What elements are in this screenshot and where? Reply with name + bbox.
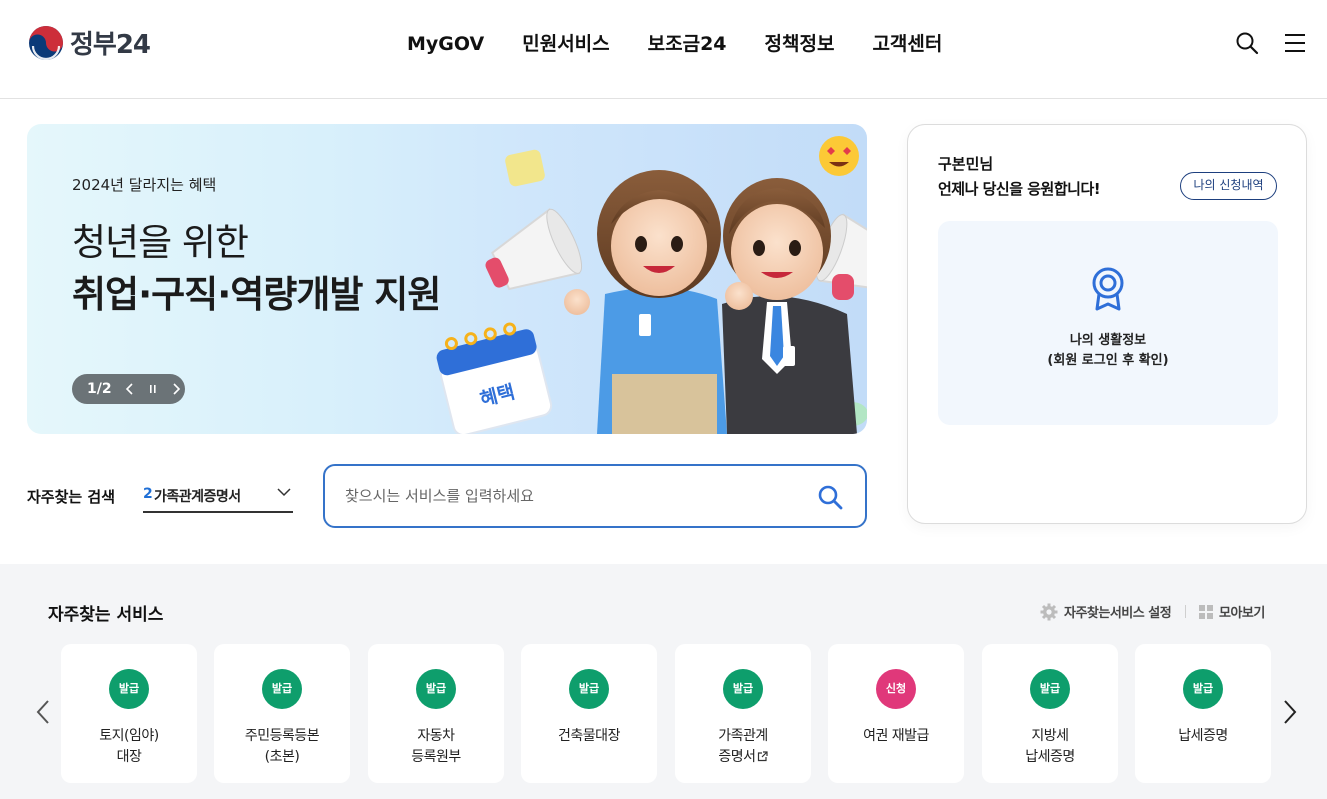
- service-card-label: 건축물대장: [558, 728, 620, 744]
- frequent-services-title: 자주찾는 서비스: [48, 605, 164, 625]
- service-card-label: (초본): [264, 749, 300, 765]
- chevron-left-icon[interactable]: [34, 698, 52, 726]
- chevron-left-icon: [125, 383, 133, 395]
- taegeuk-logo-icon: [29, 25, 63, 60]
- service-card-land-register[interactable]: 발급 토지(임야) 대장: [61, 644, 197, 783]
- issue-badge: 발급: [569, 669, 609, 709]
- service-card-label: 주민등록등본: [244, 728, 320, 744]
- favorite-search-label: 자주찾는 검색: [27, 488, 116, 506]
- banner-illustration: 혜택: [436, 136, 867, 434]
- promo-banner[interactable]: 2024년 달라지는 혜택 청년을 위한 취업·구직·역량개발 지원 1/2 혜…: [27, 124, 867, 434]
- service-card-local-tax-certificate[interactable]: 발급 지방세 납세증명: [982, 644, 1118, 783]
- service-card-label: 증명서: [718, 749, 756, 765]
- service-card-family-certificate[interactable]: 발급 가족관계 증명서: [675, 644, 811, 783]
- service-card-label: 토지(임야): [99, 728, 159, 744]
- service-card-label: 등록원부: [411, 749, 461, 765]
- service-card-resident-register[interactable]: 발급 주민등록등본 (초본): [214, 644, 350, 783]
- pause-icon: [149, 385, 156, 393]
- frequent-services-section: 자주찾는 서비스 자주찾는서비스 설정 모아보기 발급 토지(임야) 대장 발급…: [0, 564, 1327, 799]
- nav-customer-center[interactable]: 고객센터: [853, 30, 961, 58]
- service-card-label-wrap: 증명서: [675, 746, 811, 766]
- service-search-input[interactable]: [345, 480, 795, 512]
- banner-title-line2: 취업·구직·역량개발 지원: [72, 273, 441, 316]
- service-card-label: 납세증명: [1025, 749, 1075, 765]
- banner-title-line1: 청년을 위한: [72, 221, 249, 264]
- service-search-box: [323, 464, 867, 528]
- award-ribbon-icon: [1092, 267, 1124, 311]
- service-card-passport-reissue[interactable]: 신청 여권 재발급: [828, 644, 964, 783]
- chevron-right-icon: [173, 383, 180, 395]
- service-card-building-register[interactable]: 발급 건축물대장: [521, 644, 657, 783]
- favorite-search-rank: 2: [143, 486, 153, 502]
- banner-subtitle: 2024년 달라지는 혜택: [72, 176, 217, 194]
- logo-text: 정부24: [70, 30, 151, 60]
- banner-next-button[interactable]: [170, 381, 184, 397]
- service-card-label: 대장: [116, 749, 142, 765]
- frequent-services-settings-button[interactable]: 자주찾는서비스 설정: [1040, 602, 1172, 621]
- search-icon[interactable]: [1235, 31, 1259, 55]
- service-card-label: 가족관계: [718, 728, 768, 744]
- life-info-note: (회원 로그인 후 확인): [1047, 353, 1169, 368]
- issue-badge: 발급: [109, 669, 149, 709]
- favorite-search-value: 가족관계증명서: [154, 489, 241, 505]
- my-applications-button[interactable]: 나의 신청내역: [1180, 172, 1277, 200]
- chevron-down-icon: [277, 488, 291, 497]
- view-all-button[interactable]: 모아보기: [1199, 602, 1265, 621]
- favorite-search-dropdown[interactable]: 2 가족관계증명서: [143, 477, 293, 513]
- apply-badge: 신청: [876, 669, 916, 709]
- nav-subsidy24[interactable]: 보조금24: [629, 30, 746, 58]
- user-greeting-message: 언제나 당신을 응원합니다!: [938, 180, 1101, 198]
- nav-policy-info[interactable]: 정책정보: [746, 30, 854, 58]
- hamburger-menu-icon[interactable]: [1283, 32, 1307, 54]
- life-info-title: 나의 생활정보: [1069, 333, 1147, 348]
- nav-civil-services[interactable]: 민원서비스: [503, 30, 628, 58]
- divider: [1185, 605, 1186, 618]
- view-all-label: 모아보기: [1219, 606, 1265, 621]
- chevron-right-icon[interactable]: [1281, 698, 1299, 726]
- site-logo[interactable]: 정부24: [28, 24, 151, 61]
- issue-badge: 발급: [416, 669, 456, 709]
- user-greeting-name: 구본민님: [938, 155, 994, 173]
- issue-badge: 발급: [1030, 669, 1070, 709]
- gear-icon: [1040, 603, 1058, 620]
- service-card-label: 납세증명: [1178, 728, 1228, 744]
- external-link-icon: [757, 751, 768, 762]
- banner-prev-button[interactable]: [122, 381, 136, 397]
- issue-badge: 발급: [1183, 669, 1223, 709]
- search-submit-icon[interactable]: [817, 484, 843, 510]
- service-card-label: 자동차: [417, 728, 455, 744]
- banner-page-indicator: 1/2: [87, 381, 112, 397]
- issue-badge: 발급: [262, 669, 302, 709]
- banner-slide-controls: 1/2: [72, 374, 185, 404]
- service-card-label: 지방세: [1031, 728, 1069, 744]
- life-info-box[interactable]: 나의 생활정보 (회원 로그인 후 확인): [938, 221, 1278, 425]
- site-header: 정부24 MyGOV 민원서비스 보조금24 정책정보 고객센터: [0, 0, 1327, 99]
- service-card-label: 여권 재발급: [863, 728, 929, 744]
- issue-badge: 발급: [723, 669, 763, 709]
- user-info-card: 구본민님 언제나 당신을 응원합니다! 나의 신청내역 나의 생활정보 (회원 …: [907, 124, 1307, 524]
- banner-pause-button[interactable]: [146, 381, 160, 397]
- grid-icon: [1199, 604, 1213, 619]
- service-card-tax-certificate[interactable]: 발급 납세증명: [1135, 644, 1271, 783]
- main-nav: MyGOV 민원서비스 보조금24 정책정보 고객센터: [388, 30, 961, 58]
- settings-label: 자주찾는서비스 설정: [1064, 606, 1172, 621]
- service-card-vehicle-register[interactable]: 발급 자동차 등록원부: [368, 644, 504, 783]
- nav-mygov[interactable]: MyGOV: [388, 30, 503, 58]
